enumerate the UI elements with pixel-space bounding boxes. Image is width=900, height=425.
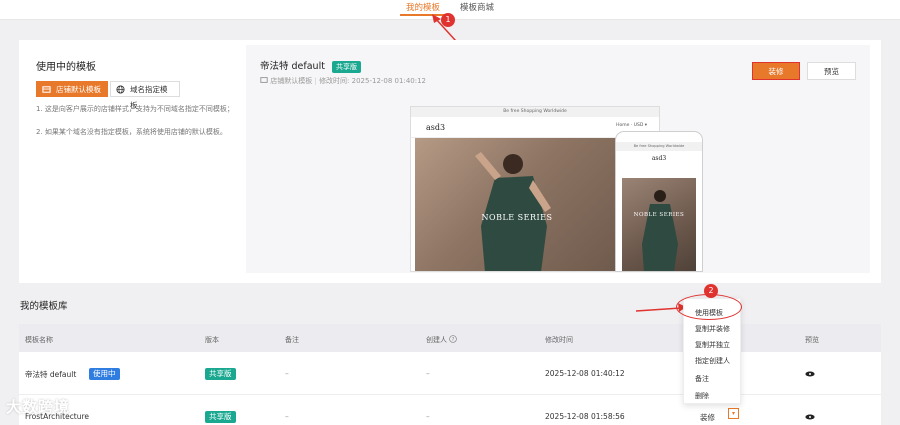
menu-note[interactable]: 备注 bbox=[695, 374, 709, 384]
annotation-badge-1: 1 bbox=[441, 13, 455, 27]
decorate-button[interactable]: 装修 bbox=[752, 62, 800, 80]
section-title-current: 使用中的模板 bbox=[36, 62, 96, 73]
col-note: 备注 bbox=[285, 336, 299, 344]
shared-version-tag: 共享版 bbox=[331, 61, 361, 73]
default-template-button[interactable]: 店铺默认模板 bbox=[36, 81, 108, 97]
row-version-tag: 共享版 bbox=[205, 368, 236, 380]
menu-delete[interactable]: 删除 bbox=[695, 391, 709, 401]
watermark-logo: 大数跨境 bbox=[6, 398, 71, 416]
col-version: 版本 bbox=[205, 336, 219, 344]
row-note: – bbox=[285, 369, 289, 378]
globe-icon bbox=[116, 85, 125, 94]
menu-assign-creator[interactable]: 指定创建人 bbox=[695, 356, 730, 366]
preview-button[interactable]: 预览 bbox=[807, 62, 856, 80]
annotation-arrow-2 bbox=[635, 307, 682, 312]
default-template-label: 店铺默认模板 bbox=[56, 85, 101, 94]
tab-template-mall[interactable]: 模板商城 bbox=[460, 1, 494, 13]
mockup-logo: asd3 bbox=[426, 123, 446, 132]
mobile-hero-title: NOBLE SERIES bbox=[633, 212, 685, 218]
table-header: 模板名称 版本 备注 创建人 ? 修改时间 预览 bbox=[19, 324, 881, 352]
menu-copy-and-detach[interactable]: 复制并独立 bbox=[695, 340, 730, 350]
current-template-name-row: 帝法特 default 共享版 bbox=[260, 58, 361, 73]
model-figure-image bbox=[475, 152, 551, 271]
col-template-name: 模板名称 bbox=[25, 336, 53, 344]
domain-template-button[interactable]: 域名指定模板 bbox=[110, 81, 180, 110]
eye-icon[interactable] bbox=[805, 371, 815, 377]
model-figure-image bbox=[642, 190, 678, 271]
mobile-header: asd3 bbox=[616, 151, 702, 167]
mobile-announcement-bar: Be free Shopping Worldwide bbox=[616, 142, 702, 151]
description-line-2: 2. 如果某个域名没有指定模板，系统将使用店铺的默认模板。 bbox=[36, 128, 227, 136]
template-library-title: 我的模板库 bbox=[20, 301, 68, 312]
col-creator: 创建人 ? bbox=[426, 335, 458, 345]
svg-text:?: ? bbox=[452, 337, 455, 343]
col-modified-time: 修改时间 bbox=[545, 336, 573, 344]
mockup-hero-title: NOBLE SERIES bbox=[481, 213, 553, 222]
help-icon[interactable]: ? bbox=[449, 335, 458, 343]
tab-my-templates[interactable]: 我的模板 bbox=[399, 1, 447, 16]
row-template-name: 帝法特 default bbox=[25, 370, 77, 379]
table-row: 帝法特 default 使用中 共享版 – – 2025-12-08 01:40… bbox=[19, 352, 881, 395]
eye-icon[interactable] bbox=[805, 414, 815, 420]
chevron-down-icon[interactable]: ▾ bbox=[728, 408, 739, 419]
col-preview: 预览 bbox=[805, 336, 819, 344]
row-note: – bbox=[285, 412, 289, 421]
row-decorate-link[interactable]: 装修 bbox=[700, 412, 715, 423]
row-version-tag: 共享版 bbox=[205, 411, 236, 423]
description-line-1: 1. 这是向客户展示的店铺样式，支持为不同域名指定不同模板； bbox=[36, 105, 234, 113]
in-use-tag: 使用中 bbox=[89, 368, 120, 380]
row-creator: – bbox=[426, 412, 430, 421]
meta-scope: 店铺默认模板 bbox=[270, 77, 313, 85]
store-icon bbox=[42, 86, 51, 93]
row-modified-time: 2025-12-08 01:58:56 bbox=[545, 412, 625, 421]
current-template-name: 帝法特 default bbox=[260, 61, 325, 72]
store-icon bbox=[260, 77, 268, 83]
mockup-nav: Home · USD ▾ bbox=[616, 123, 647, 128]
mobile-preview-mockup: Be free Shopping Worldwide asd3 NOBLE SE… bbox=[615, 131, 703, 272]
current-template-meta: 店铺默认模板 | 修改时间: 2025-12-08 01:40:12 bbox=[260, 76, 426, 86]
annotation-highlight-ring bbox=[676, 294, 742, 320]
table-row: FrostArchitecture 共享版 – – 2025-12-08 01:… bbox=[19, 395, 881, 425]
mockup-hero-image: NOBLE SERIES bbox=[415, 138, 619, 271]
mockup-announcement-bar: Be free Shopping Worldwide bbox=[411, 107, 659, 117]
mobile-logo: asd3 bbox=[651, 155, 667, 162]
meta-modified-time: 修改时间: 2025-12-08 01:40:12 bbox=[319, 77, 426, 85]
row-creator: – bbox=[426, 369, 430, 378]
mobile-hero-image: NOBLE SERIES bbox=[622, 178, 696, 271]
menu-copy-and-decorate[interactable]: 复制并装修 bbox=[695, 324, 730, 334]
row-modified-time: 2025-12-08 01:40:12 bbox=[545, 369, 625, 378]
